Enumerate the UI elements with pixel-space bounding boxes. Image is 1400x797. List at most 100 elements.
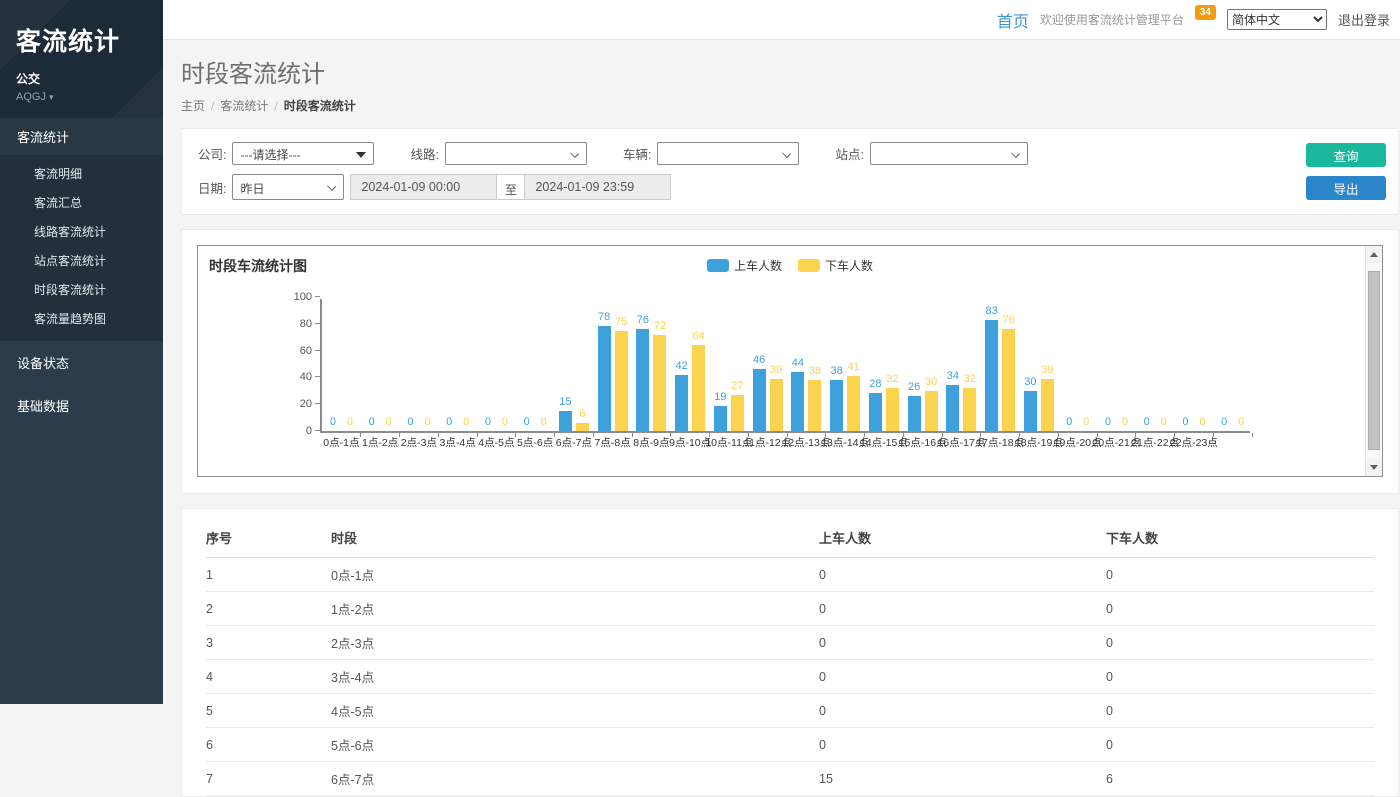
table-row: 54点-5点00: [206, 694, 1374, 728]
date-range-separator: 至: [497, 174, 524, 200]
table-row: 76点-7点156: [206, 762, 1374, 796]
sidebar-subitem[interactable]: 线路客流统计: [0, 217, 163, 246]
app-logo: 客流统计: [16, 22, 147, 58]
breadcrumb-parent[interactable]: 客流统计: [220, 99, 268, 113]
export-button[interactable]: 导出: [1306, 176, 1386, 200]
station-select[interactable]: [870, 142, 1028, 165]
x-axis-tick-label: 2点-3点: [401, 435, 437, 450]
y-axis-tick-label: 80: [276, 318, 312, 330]
sidebar-item-base-data[interactable]: 基础数据: [0, 384, 163, 427]
chart-bar: 42: [675, 375, 688, 431]
chart-category: 000点-1点: [322, 299, 361, 431]
org-name: 公交: [16, 70, 147, 87]
bar-value-label: 30: [925, 376, 937, 388]
date-preset-select[interactable]: 昨日: [232, 174, 344, 200]
company-label: 公司:: [198, 144, 226, 163]
org-selector[interactable]: AQGJ ▾: [16, 91, 147, 103]
bar-value-label: 0: [541, 416, 547, 428]
bar-value-label: 0: [1161, 416, 1167, 428]
table-cell: 6: [1106, 762, 1374, 796]
chart-category: 283214点-15点: [865, 299, 904, 431]
bar-value-label: 42: [676, 360, 688, 372]
notification-badge[interactable]: 34: [1195, 5, 1216, 20]
x-axis-tick-label: 22点-23点: [1170, 435, 1218, 450]
search-button[interactable]: 查询: [1306, 143, 1386, 167]
legend-label: 下车人数: [825, 257, 873, 274]
breadcrumb-home[interactable]: 主页: [181, 99, 205, 113]
chevron-down-icon: [1011, 149, 1020, 158]
filter-panel: 公司: ---请选择--- 线路: 车辆: 站点: 日期: 昨日 至 查询 导出: [181, 128, 1399, 215]
x-axis-tick-label: 8点-9点: [633, 435, 669, 450]
chart-bar: 78: [598, 326, 611, 431]
chart-bar: 30: [925, 391, 938, 431]
legend-item[interactable]: 上车人数: [707, 257, 782, 274]
chart-bar: 32: [963, 388, 976, 431]
home-link[interactable]: 首页: [997, 8, 1029, 32]
table-row: 65点-6点00: [206, 728, 1374, 762]
breadcrumb-separator: /: [211, 99, 214, 113]
sidebar-submenu: 客流明细客流汇总线路客流统计站点客流统计时段客流统计客流量趋势图: [0, 155, 163, 341]
date-to-input[interactable]: [524, 174, 671, 200]
chart-category: 303918点-19点: [1020, 299, 1059, 431]
sidebar-subitem[interactable]: 站点客流统计: [0, 246, 163, 275]
legend-swatch-icon: [707, 259, 729, 272]
chart-category: 0022点-23点: [1175, 299, 1214, 431]
bar-value-label: 39: [1041, 364, 1053, 376]
bar-value-label: 41: [848, 361, 860, 373]
chart-plot: 020406080100000点-1点001点-2点002点-3点003点-4点…: [320, 299, 1250, 433]
station-label: 站点:: [835, 144, 863, 163]
y-axis-tick-label: 0: [276, 425, 312, 437]
line-select[interactable]: [445, 142, 587, 165]
bar-value-label: 15: [559, 396, 571, 408]
chart-bar: 39: [770, 379, 783, 431]
chart-category: 003点-4点: [438, 299, 477, 431]
bar-value-label: 75: [615, 316, 627, 328]
bar-value-label: 0: [347, 416, 353, 428]
bar-value-label: 0: [485, 416, 491, 428]
sidebar-item-device-status[interactable]: 设备状态: [0, 341, 163, 384]
bar-value-label: 72: [654, 320, 666, 332]
legend-item[interactable]: 下车人数: [798, 257, 873, 274]
table-cell: 3点-4点: [331, 660, 819, 694]
x-axis-tick-label: 3点-4点: [440, 435, 476, 450]
bar-value-label: 0: [1105, 416, 1111, 428]
arrow-up-icon: [1370, 252, 1378, 257]
table-row: 43点-4点00: [206, 660, 1374, 694]
chart-category: 002点-3点: [400, 299, 439, 431]
bar-value-label: 19: [714, 391, 726, 403]
y-axis-tick-mark: [315, 376, 320, 377]
sidebar-subitem[interactable]: 客流明细: [0, 159, 163, 188]
sidebar-item-passenger-stats[interactable]: 客流统计: [0, 118, 163, 155]
scrollbar-up-button[interactable]: [1366, 246, 1382, 263]
bar-value-label: 32: [886, 373, 898, 385]
chart-bar: 76: [1002, 329, 1015, 431]
table-cell: 0: [819, 626, 1106, 660]
vehicle-select[interactable]: [657, 142, 799, 165]
table-cell: 0: [1106, 694, 1374, 728]
bar-value-label: 32: [964, 373, 976, 385]
date-from-input[interactable]: [350, 174, 497, 200]
chart-category: 42649点-10点: [671, 299, 710, 431]
x-axis-tick-label: 7点-8点: [595, 435, 631, 450]
sidebar-subitem[interactable]: 时段客流统计: [0, 275, 163, 304]
bar-value-label: 0: [407, 416, 413, 428]
bar-value-label: 0: [330, 416, 336, 428]
table-cell: 0: [819, 592, 1106, 626]
scrollbar-down-button[interactable]: [1366, 459, 1382, 476]
welcome-text: 欢迎使用客流统计管理平台: [1040, 11, 1184, 28]
sidebar-subitem[interactable]: 客流汇总: [0, 188, 163, 217]
logout-link[interactable]: 退出登录: [1338, 10, 1390, 29]
chart-vertical-scrollbar[interactable]: [1365, 246, 1382, 476]
sidebar-subitem[interactable]: 客流量趋势图: [0, 304, 163, 333]
dropdown-triangle-icon: [356, 152, 366, 158]
company-select[interactable]: ---请选择---: [232, 142, 374, 165]
table-cell: 2: [206, 592, 331, 626]
language-select[interactable]: 简体中文: [1227, 9, 1327, 30]
bar-value-label: 64: [693, 330, 705, 342]
chart-bar: 32: [886, 388, 899, 431]
line-label: 线路:: [410, 144, 438, 163]
table-cell: 2点-3点: [331, 626, 819, 660]
table-cell: 0: [819, 728, 1106, 762]
table-cell: 0: [819, 694, 1106, 728]
scrollbar-thumb[interactable]: [1368, 271, 1380, 450]
